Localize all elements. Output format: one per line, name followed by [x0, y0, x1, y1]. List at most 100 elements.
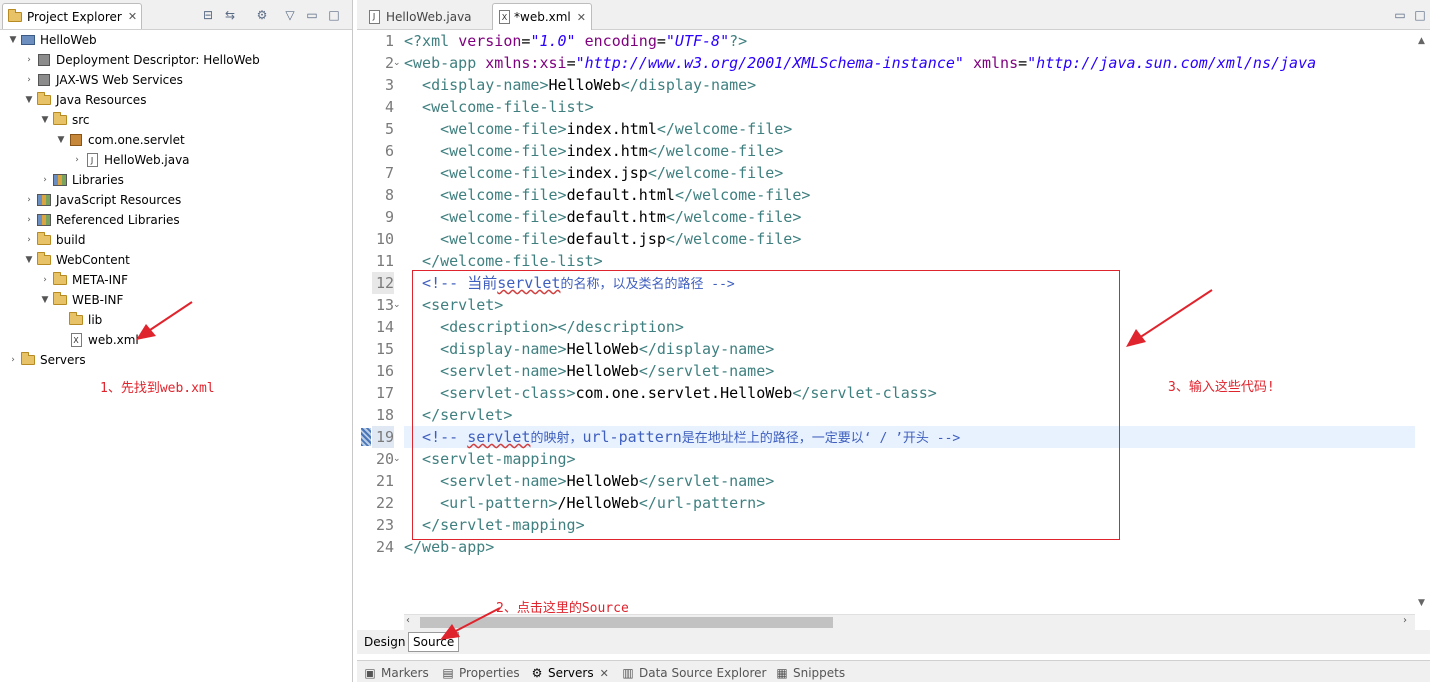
tree-item-label: Referenced Libraries — [56, 213, 180, 227]
project-explorer-icon — [7, 8, 23, 25]
collapse-toggle-icon[interactable]: › — [22, 75, 36, 85]
tree-item-libraries[interactable]: › Libraries — [38, 170, 124, 190]
code-line-11[interactable]: </welcome-file-list> — [404, 250, 603, 272]
tab-servers[interactable]: ⚙ Servers ✕ — [529, 664, 609, 682]
tree-item-build[interactable]: › build — [22, 230, 86, 250]
collapse-toggle-icon[interactable]: › — [6, 355, 20, 365]
collapse-toggle-icon[interactable]: › — [22, 55, 36, 65]
data-source-icon: ▥ — [622, 666, 634, 680]
tab-web-xml[interactable]: X *web.xml ✕ — [492, 3, 592, 30]
close-icon[interactable]: ✕ — [600, 667, 609, 680]
line-number: 16 — [375, 362, 394, 380]
tree-item-src[interactable]: ▼ src — [38, 110, 90, 130]
package-icon — [68, 132, 84, 148]
collapse-toggle-icon[interactable]: › — [38, 275, 52, 285]
libraries-icon — [52, 172, 68, 188]
web-services-icon — [36, 72, 52, 88]
fold-icon[interactable]: ⌄ — [393, 58, 401, 68]
expand-toggle-icon[interactable]: ▼ — [22, 95, 36, 105]
code-line-5[interactable]: <welcome-file>index.html</welcome-file> — [404, 118, 792, 140]
tab-label: Snippets — [793, 666, 846, 680]
code-line-6[interactable]: <welcome-file>index.htm</welcome-file> — [404, 140, 783, 162]
code-line-4[interactable]: <welcome-file-list> — [404, 96, 594, 118]
tree-item-servers[interactable]: › Servers — [6, 350, 86, 370]
minimize-icon[interactable]: ▭ — [1392, 7, 1408, 23]
tree-item-java-resources[interactable]: ▼ Java Resources — [22, 90, 146, 110]
tree-item-label: JAX-WS Web Services — [56, 73, 183, 87]
tab-data-source-explorer[interactable]: ▥ Data Source Explorer — [620, 664, 766, 682]
collapse-toggle-icon[interactable]: › — [22, 195, 36, 205]
line-number: 4 — [384, 98, 394, 116]
tree-item-referenced-libraries[interactable]: › Referenced Libraries — [22, 210, 180, 230]
xml-file-icon: X — [499, 9, 510, 25]
tab-snippets[interactable]: ▦ Snippets — [774, 664, 845, 682]
fold-icon[interactable]: ⌄ — [393, 300, 401, 310]
tab-label: Data Source Explorer — [639, 666, 767, 680]
close-icon[interactable]: ✕ — [128, 10, 137, 23]
tree-item-javascript-resources[interactable]: › JavaScript Resources — [22, 190, 181, 210]
tree-item-label: JavaScript Resources — [56, 193, 182, 207]
tree-item-web-inf[interactable]: ▼ WEB-INF — [38, 290, 123, 310]
code-line-1[interactable]: <?xml version="1.0" encoding="UTF-8"?> — [404, 30, 747, 52]
code-line-3[interactable]: <display-name>HelloWeb</display-name> — [404, 74, 756, 96]
collapse-toggle-icon[interactable]: › — [22, 215, 36, 225]
scroll-down-icon[interactable]: ▼ — [1418, 598, 1425, 608]
tree-item-helloweb-java[interactable]: › J HelloWeb.java — [70, 150, 190, 170]
tab-label: *web.xml — [514, 10, 571, 24]
line-number: 3 — [384, 76, 394, 94]
java-file-icon: J — [366, 9, 382, 25]
code-token: <welcome-file> — [404, 230, 567, 248]
maximize-icon[interactable]: □ — [1412, 7, 1428, 23]
close-icon[interactable]: ✕ — [577, 11, 586, 24]
code-line-10[interactable]: <welcome-file>default.jsp</welcome-file> — [404, 228, 801, 250]
vertical-scrollbar[interactable] — [1415, 30, 1430, 614]
collapse-toggle-icon[interactable]: › — [70, 155, 84, 165]
collapse-toggle-icon[interactable]: › — [22, 235, 36, 245]
collapse-toggle-icon[interactable]: › — [38, 175, 52, 185]
tree-item-webcontent[interactable]: ▼ WebContent — [22, 250, 130, 270]
tab-helloweb-java[interactable]: J HelloWeb.java — [360, 3, 488, 30]
scroll-up-icon[interactable]: ▲ — [1418, 36, 1425, 46]
code-token: </welcome-file> — [647, 164, 784, 182]
expand-toggle-icon[interactable]: ▼ — [54, 135, 68, 145]
tab-markers[interactable]: ▣ Markers — [362, 664, 428, 682]
code-token: </welcome-file> — [656, 120, 793, 138]
maximize-icon[interactable]: □ — [326, 7, 342, 23]
line-number: 11 — [375, 252, 394, 270]
expand-toggle-icon[interactable]: ▼ — [6, 35, 20, 45]
code-token: "http://www.w3.org/2001/XMLSchema-instan… — [575, 54, 964, 72]
minimize-icon[interactable]: ▭ — [304, 7, 320, 23]
filter-icon[interactable]: ⚙ — [254, 7, 270, 23]
expand-toggle-icon[interactable]: ▼ — [38, 115, 52, 125]
scroll-left-icon[interactable]: ‹ — [406, 615, 410, 626]
tab-design[interactable]: Design — [360, 632, 409, 652]
expand-toggle-icon[interactable]: ▼ — [38, 295, 52, 305]
code-line-2[interactable]: <web-app xmlns:xsi="http://www.w3.org/20… — [404, 52, 1316, 74]
code-token: </display-name> — [620, 76, 757, 94]
tree-item-helloweb[interactable]: ▼ HelloWeb — [6, 30, 97, 50]
line-number: 10 — [375, 230, 394, 248]
tree-item-lib[interactable]: lib — [54, 310, 102, 330]
line-number: 9 — [384, 208, 394, 226]
code-token: </welcome-file> — [665, 208, 802, 226]
tree-item-web-xml[interactable]: X web.xml — [54, 330, 139, 350]
code-token: <welcome-file> — [404, 142, 567, 160]
fold-icon[interactable]: ⌄ — [393, 454, 401, 464]
tree-item-deployment-descriptor[interactable]: › Deployment Descriptor: HelloWeb — [22, 50, 260, 70]
code-line-9[interactable]: <welcome-file>default.htm</welcome-file> — [404, 206, 801, 228]
tree-item-jax-ws[interactable]: › JAX-WS Web Services — [22, 70, 183, 90]
tree-item-meta-inf[interactable]: › META-INF — [38, 270, 128, 290]
tree-item-package[interactable]: ▼ com.one.servlet — [54, 130, 185, 150]
link-with-editor-icon[interactable]: ⇆ — [222, 7, 238, 23]
code-line-7[interactable]: <welcome-file>index.jsp</welcome-file> — [404, 162, 783, 184]
scroll-right-icon[interactable]: › — [1403, 615, 1407, 626]
view-menu-icon[interactable]: ▽ — [282, 7, 298, 23]
tab-project-explorer[interactable]: Project Explorer ✕ — [2, 3, 142, 29]
code-line-8[interactable]: <welcome-file>default.html</welcome-file… — [404, 184, 810, 206]
project-icon — [20, 32, 36, 48]
collapse-all-icon[interactable]: ⊟ — [200, 7, 216, 23]
expand-toggle-icon[interactable]: ▼ — [22, 255, 36, 265]
line-number: 15 — [375, 340, 394, 358]
tab-properties[interactable]: ▤ Properties — [440, 664, 519, 682]
